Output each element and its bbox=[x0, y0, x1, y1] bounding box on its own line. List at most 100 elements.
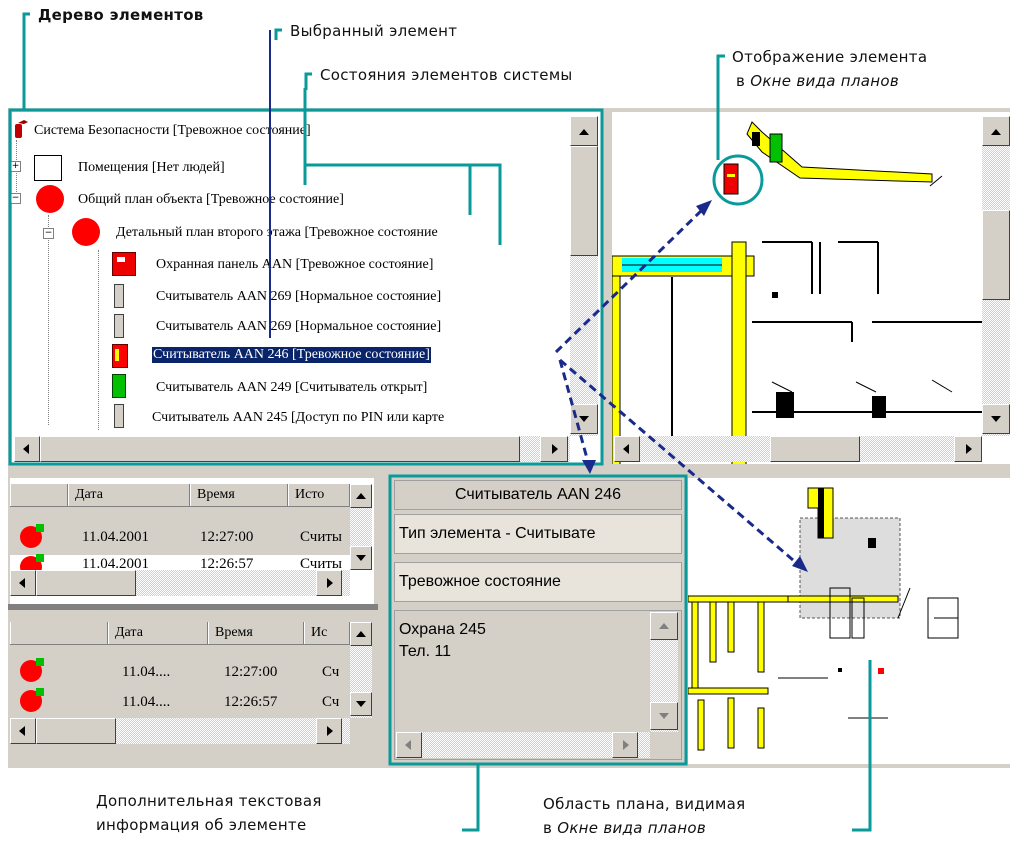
extra-info-leader bbox=[462, 764, 480, 832]
scroll-down-icon[interactable] bbox=[570, 404, 598, 434]
tree-line bbox=[48, 215, 50, 425]
reader-normal-icon bbox=[114, 284, 124, 308]
scroll-thumb[interactable] bbox=[982, 210, 1010, 300]
states-callout: Состояния элементов системы bbox=[320, 66, 573, 84]
area-callout-line2: в Окне вида планов bbox=[543, 819, 707, 837]
floor-plan-drawing bbox=[611, 121, 982, 503]
column-header[interactable]: Ис bbox=[304, 622, 350, 644]
events-top-header: Дата Время Исто bbox=[10, 484, 350, 507]
element-type-field: Тип элемента - Считывате bbox=[394, 514, 682, 554]
display-callout-line1: Отображение элемента bbox=[732, 48, 928, 66]
column-header[interactable]: Дата bbox=[68, 484, 190, 506]
selected-callout-leader-top bbox=[274, 28, 282, 40]
scroll-down-icon[interactable] bbox=[350, 692, 372, 716]
tree-item-label: Система Безопасности [Тревожное состояни… bbox=[34, 123, 311, 138]
reader-alarm-icon bbox=[112, 344, 128, 368]
scroll-thumb[interactable] bbox=[36, 718, 116, 744]
tree-callout: Дерево элементов bbox=[38, 6, 204, 24]
red-circle-icon bbox=[72, 218, 100, 246]
column-header[interactable]: Дата bbox=[108, 622, 208, 644]
events-bottom-rows bbox=[10, 645, 350, 717]
scroll-right-icon[interactable] bbox=[316, 570, 342, 596]
scroll-left-icon[interactable] bbox=[14, 436, 40, 462]
column-header[interactable]: Исто bbox=[288, 484, 350, 506]
scroll-right-icon[interactable] bbox=[316, 718, 342, 744]
event-source: Считы bbox=[300, 556, 343, 568]
tree-item-label: Охранная панель AAN [Тревожное состояние… bbox=[156, 257, 434, 272]
empty-room-icon bbox=[34, 155, 62, 181]
event-source: Считы bbox=[300, 529, 343, 545]
tree-item-label: Общий план объекта [Тревожное состояние] bbox=[78, 192, 344, 207]
tree-item-label: Считыватель AAN 269 [Нормальное состояни… bbox=[156, 319, 442, 334]
collapse-minus-icon[interactable]: − bbox=[43, 228, 54, 239]
notes-line: Охрана 245 bbox=[399, 621, 486, 638]
scroll-right-icon[interactable] bbox=[540, 436, 568, 462]
tree-line bbox=[98, 250, 100, 430]
alarm-panel-icon bbox=[112, 252, 136, 276]
scroll-thumb[interactable] bbox=[770, 436, 860, 462]
collapse-minus-icon[interactable]: − bbox=[10, 193, 21, 204]
tree-item-label-selected[interactable]: Считыватель AAN 246 [Тревожное состояние… bbox=[151, 346, 432, 364]
clipped-row: 11.04.2001 12:26:57 Считы bbox=[10, 556, 350, 568]
scroll-up-icon[interactable] bbox=[570, 116, 598, 146]
scroll-up-icon[interactable] bbox=[982, 116, 1010, 146]
states-callout-leader-top bbox=[304, 72, 312, 90]
event-time: 12:27:00 bbox=[224, 664, 278, 680]
selected-callout: Выбранный элемент bbox=[290, 22, 458, 40]
scroll-right-icon[interactable] bbox=[612, 732, 638, 758]
tree-item-label: Считыватель AAN 249 [Считыватель открыт] bbox=[156, 380, 428, 395]
scroll-right-icon[interactable] bbox=[954, 436, 982, 462]
scroll-thumb[interactable] bbox=[36, 570, 136, 596]
red-circle-icon bbox=[36, 185, 64, 213]
scroll-thumb[interactable] bbox=[40, 436, 520, 462]
event-date: 11.04.2001 bbox=[82, 556, 149, 568]
events-top-rows bbox=[10, 507, 350, 555]
alarm-status-icon bbox=[20, 688, 44, 712]
tree-item-label: Детальный план второго этажа [Тревожное … bbox=[116, 225, 438, 240]
scroll-left-icon[interactable] bbox=[396, 732, 422, 758]
scroll-up-icon[interactable] bbox=[350, 484, 372, 508]
expand-plus-icon[interactable]: + bbox=[10, 161, 21, 172]
column-header[interactable]: Время bbox=[190, 484, 288, 506]
events-bottom-header: Дата Время Ис bbox=[10, 622, 350, 645]
column-header[interactable] bbox=[10, 484, 68, 506]
reader-normal-icon bbox=[114, 314, 124, 338]
event-date: 11.04.... bbox=[122, 694, 171, 710]
overview-plan-drawing bbox=[687, 487, 959, 751]
extra-callout-line2: информация об элементе bbox=[96, 816, 307, 834]
notes-line: Тел. 11 bbox=[399, 643, 452, 660]
event-time: 12:27:00 bbox=[200, 529, 254, 545]
event-date: 11.04.2001 bbox=[82, 529, 149, 545]
column-header[interactable] bbox=[10, 622, 108, 644]
event-time: 12:26:57 bbox=[200, 556, 254, 568]
plan-view-panel[interactable] bbox=[611, 112, 1010, 503]
element-name-field: Считыватель AAN 246 bbox=[394, 480, 682, 510]
event-time: 12:26:57 bbox=[224, 694, 278, 710]
scroll-down-icon[interactable] bbox=[350, 546, 372, 570]
alarm-status-icon bbox=[20, 524, 44, 548]
event-source: Сч bbox=[322, 664, 340, 680]
scroll-left-icon[interactable] bbox=[10, 570, 36, 596]
reader-normal-icon bbox=[114, 404, 124, 428]
scroll-down-icon[interactable] bbox=[982, 404, 1010, 434]
scroll-left-icon[interactable] bbox=[614, 436, 640, 462]
extra-callout-line1: Дополнительная текстовая bbox=[96, 792, 322, 810]
scroll-left-icon[interactable] bbox=[10, 718, 36, 744]
column-header[interactable]: Время bbox=[208, 622, 304, 644]
scroll-up-icon[interactable] bbox=[350, 622, 372, 646]
overview-plan-panel[interactable] bbox=[687, 478, 1010, 764]
area-callout-line1: Область плана, видимая bbox=[543, 795, 746, 813]
scroll-thumb[interactable] bbox=[570, 146, 598, 256]
event-date: 11.04.... bbox=[122, 664, 171, 680]
element-state-field: Тревожное состояние bbox=[394, 562, 682, 602]
tree-item-label: Считыватель AAN 245 [Доступ по PIN или к… bbox=[152, 410, 445, 425]
scroll-up-icon[interactable] bbox=[650, 612, 678, 640]
tree-item-label: Помещения [Нет людей] bbox=[78, 160, 225, 175]
splitter[interactable] bbox=[8, 604, 378, 610]
alarm-status-icon bbox=[20, 658, 44, 682]
tree-callout-leader bbox=[22, 12, 30, 110]
event-source: Сч bbox=[322, 694, 340, 710]
fire-extinguisher-icon bbox=[12, 118, 30, 140]
reader-open-icon bbox=[112, 374, 126, 398]
scroll-down-icon[interactable] bbox=[650, 702, 678, 730]
